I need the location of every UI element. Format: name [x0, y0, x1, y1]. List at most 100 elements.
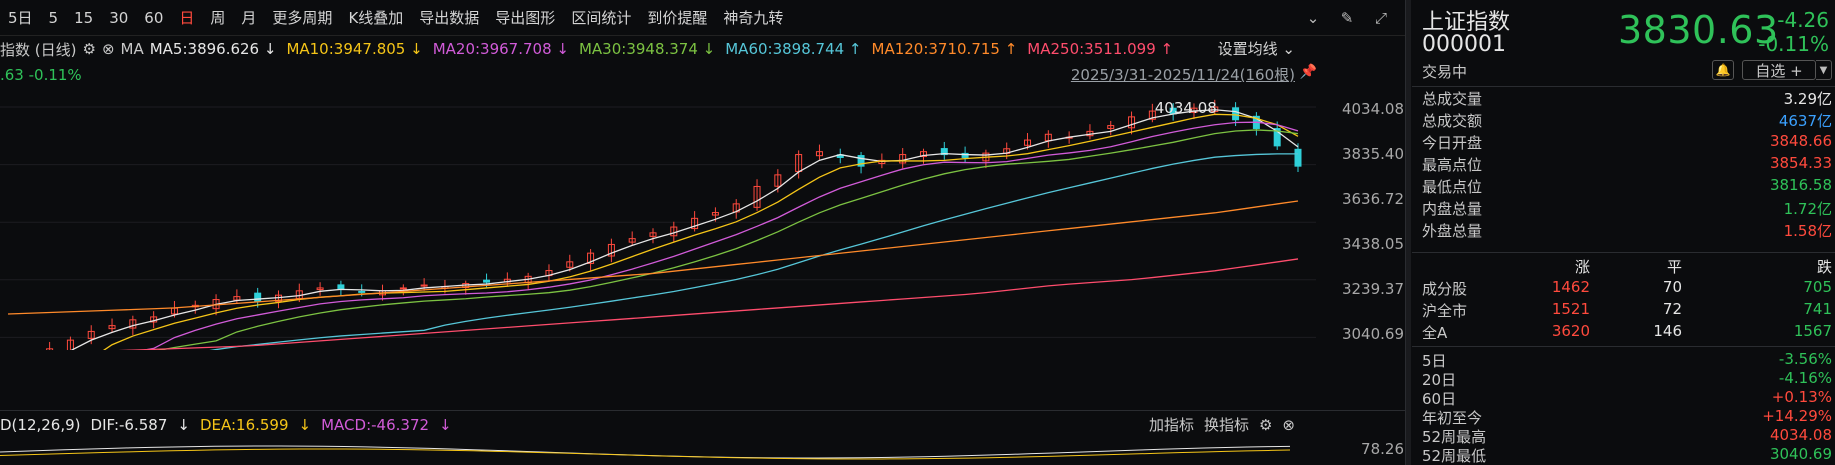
ma-label: MA	[120, 40, 144, 58]
divider	[1412, 252, 1835, 253]
y-tick-label: 4034.08	[1341, 100, 1404, 118]
period-30[interactable]: 30	[101, 9, 136, 27]
export-data-button[interactable]: 导出数据	[411, 7, 487, 28]
period-week[interactable]: 周	[202, 7, 233, 28]
ma-item: MA120:3710.715 ↑	[871, 40, 1018, 58]
y-tick-label: 3636.72	[1341, 190, 1404, 208]
last-price: 3830.63	[1618, 8, 1779, 52]
switch-indicator-button[interactable]: 换指标	[1204, 414, 1249, 435]
stat-key: 内盘总量	[1422, 200, 1483, 218]
divider	[1412, 86, 1835, 87]
y-tick-label: 3239.37	[1341, 280, 1404, 298]
stat-key: 外盘总量	[1422, 222, 1483, 240]
stat-key: 今日开盘	[1422, 134, 1483, 152]
ma-items: MA5:3896.626 ↓ MA10:3947.805 ↓ MA20:3967.7…	[150, 40, 1183, 58]
candle-body	[399, 287, 407, 290]
stat-value: 3.29亿	[1783, 90, 1832, 108]
chevron-down-circle-icon[interactable]: ⌄	[1303, 8, 1323, 28]
change-pct: -0.11%	[1758, 32, 1829, 56]
add-watchlist-button[interactable]: 自选 +	[1742, 60, 1816, 80]
export-image-button[interactable]: 导出图形	[487, 7, 563, 28]
breadth-row: 成分股 1462 70 705	[1422, 278, 1832, 298]
dif-value: DIF:-6.587	[90, 416, 168, 434]
ma-item: MA30:3948.374 ↓	[578, 40, 716, 58]
ma-item: MA60:3898.744 ↑	[725, 40, 862, 58]
dea-line	[0, 448, 1291, 460]
stat-row: 今日开盘 3848.66	[1422, 132, 1832, 154]
change-value: -4.26	[1777, 8, 1829, 32]
stat-row: 外盘总量 1.58亿	[1422, 220, 1832, 242]
period-60[interactable]: 60	[136, 9, 171, 27]
quote-panel: 上证指数 000001 3830.63 -4.26 -0.11% 交易中 🔔 自…	[1412, 0, 1835, 465]
macd-value: MACD:-46.372	[321, 416, 430, 434]
bell-icon[interactable]: 🔔	[1712, 60, 1734, 80]
y-tick-label: 3040.69	[1341, 325, 1404, 343]
macd-chart[interactable]	[0, 436, 1316, 465]
stat-key: 总成交量	[1422, 90, 1483, 108]
close-icon[interactable]: ⊗	[1282, 416, 1295, 434]
app-root: 5日 5 15 30 60 日 周 月 更多周期 K线叠加 导出数据 导出图形 …	[0, 0, 1835, 465]
candle-body	[1294, 148, 1302, 167]
macd-label: D(12,26,9)	[0, 416, 81, 434]
ma-item: MA10:3947.805 ↓	[286, 40, 423, 58]
ma-item: MA5:3896.626 ↓	[149, 40, 277, 58]
stat-value: 3816.58	[1769, 176, 1832, 194]
indicator-buttons: 加指标 换指标 ⚙ ⊗	[1149, 414, 1295, 435]
candle-body	[358, 290, 366, 293]
high-annotation: 4034.08	[1155, 99, 1217, 117]
price-alert-button[interactable]: 到价提醒	[639, 7, 715, 28]
brush-icon[interactable]: ✎	[1337, 8, 1357, 28]
stat-value: 4637亿	[1778, 112, 1832, 130]
stat-row: 内盘总量 1.72亿	[1422, 198, 1832, 220]
period-5day[interactable]: 5日	[0, 7, 41, 28]
period-month[interactable]: 月	[233, 7, 264, 28]
ma-item: MA250:3511.099 ↑	[1027, 40, 1174, 58]
y-tick-label: 3835.40	[1341, 145, 1404, 163]
y-tick-label: 3438.05	[1341, 235, 1404, 253]
period-day[interactable]: 日	[171, 7, 202, 28]
toolbar-right-icons: ⌄ ✎ ⤢	[1303, 8, 1391, 28]
more-periods-dropdown[interactable]: 更多周期	[264, 7, 340, 28]
add-indicator-button[interactable]: 加指标	[1149, 414, 1194, 435]
stat-key: 最高点位	[1422, 156, 1483, 174]
pane-divider	[0, 410, 1405, 411]
chart-title: 指数 (日线)	[0, 40, 77, 59]
stat-value: 1.58亿	[1783, 222, 1832, 240]
index-code: 000001	[1422, 32, 1506, 57]
close-icon[interactable]: ⊗	[102, 40, 115, 58]
candle-body	[1232, 107, 1240, 121]
ma120-line	[7, 200, 1299, 315]
macd-y-tick: 78.26	[1361, 440, 1404, 458]
period-5[interactable]: 5	[41, 9, 67, 27]
stat-row: 总成交量 3.29亿	[1422, 88, 1832, 110]
set-ma-dropdown[interactable]: 设置均线 ⌄	[1218, 38, 1295, 59]
breadth-row: 沪全市 1521 72 741	[1422, 300, 1832, 320]
gear-icon[interactable]: ⚙	[1259, 416, 1272, 434]
stat-row: 最低点位 3816.58	[1422, 176, 1832, 198]
period-15[interactable]: 15	[66, 9, 101, 27]
breadth-row: 全A 3620 146 1567	[1422, 322, 1832, 342]
kline-panel: 5日 5 15 30 60 日 周 月 更多周期 K线叠加 导出数据 导出图形 …	[0, 0, 1405, 465]
fullscreen-icon[interactable]: ⤢	[1371, 8, 1391, 28]
kline-overlay-dropdown[interactable]: K线叠加	[340, 7, 411, 28]
gear-icon[interactable]: ⚙	[82, 40, 95, 58]
period-row: 52周最低 3040.69	[1422, 445, 1832, 465]
candle-body	[483, 279, 491, 283]
kline-chart[interactable]: 4034.083040.69	[0, 60, 1316, 350]
ma-item: MA20:3967.708 ↓	[432, 40, 569, 58]
chevron-down-icon[interactable]: ▼	[1816, 60, 1832, 80]
stat-value: 1.72亿	[1783, 200, 1832, 218]
period-toolbar: 5日 5 15 30 60 日 周 月 更多周期 K线叠加 导出数据 导出图形 …	[0, 0, 1405, 36]
range-stats-button[interactable]: 区间统计	[563, 7, 639, 28]
stat-value: 3848.66	[1769, 132, 1832, 150]
dif-line	[0, 445, 1291, 459]
panel-splitter[interactable]	[1405, 0, 1411, 465]
candle-body	[337, 284, 345, 290]
divider	[1412, 346, 1835, 347]
change-block: -4.26 -0.11%	[1758, 8, 1829, 56]
ma-legend: 指数 (日线) ⚙ ⊗ MA MA5:3896.626 ↓ MA10:3947.8…	[0, 38, 1405, 60]
breadth-header: 涨平跌	[1574, 258, 1832, 276]
stat-key: 总成交额	[1422, 112, 1483, 130]
stat-key: 最低点位	[1422, 178, 1483, 196]
magic-nine-button[interactable]: 神奇九转	[715, 7, 791, 28]
